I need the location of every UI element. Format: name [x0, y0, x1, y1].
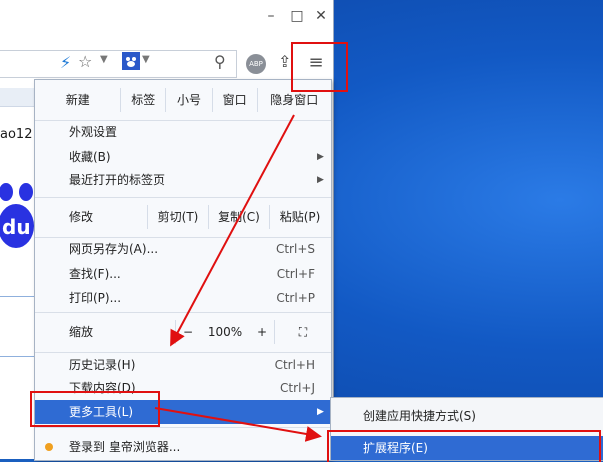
- submenu-arrow-icon: ▶: [317, 152, 324, 162]
- menu-item-recent-tabs[interactable]: 最近打开的标签页: [69, 169, 321, 191]
- fullscreen-button[interactable]: ⛶: [274, 320, 331, 344]
- search-icon[interactable]: ⚲: [214, 52, 226, 71]
- new-button[interactable]: 新建: [35, 88, 120, 112]
- annotation-box-extensions: [327, 430, 601, 462]
- share-icon[interactable]: ⇪: [278, 52, 291, 71]
- copy-button[interactable]: 复制(C): [208, 205, 269, 229]
- annotation-box-menu-button: [291, 42, 348, 92]
- annotation-box-more-tools: [30, 391, 160, 427]
- cut-button[interactable]: 剪切(T): [147, 205, 208, 229]
- edit-row: 修改 剪切(T) 复制(C) 粘贴(P): [35, 197, 331, 237]
- zoom-out-button[interactable]: −: [175, 320, 200, 344]
- minimize-button[interactable]: –: [262, 8, 280, 24]
- new-tab-button[interactable]: 标签: [120, 88, 165, 112]
- submenu-arrow-icon: ▶: [317, 175, 324, 185]
- maximize-button[interactable]: □: [288, 8, 306, 24]
- paste-button[interactable]: 粘贴(P): [269, 205, 330, 229]
- login-status-icon: [45, 443, 53, 451]
- shortcut-save: Ctrl+S: [275, 242, 315, 256]
- address-bar[interactable]: [0, 50, 237, 78]
- submenu-arrow-icon: ▶: [317, 407, 324, 417]
- zoom-in-button[interactable]: +: [250, 320, 274, 344]
- new-alt-account-button[interactable]: 小号: [165, 88, 212, 112]
- submenu-item-create-shortcut[interactable]: 创建应用快捷方式(S): [363, 404, 476, 428]
- zoom-row: 缩放 − 100% + ⛶: [35, 312, 331, 352]
- shortcut-history: Ctrl+H: [274, 358, 315, 372]
- shortcut-find: Ctrl+F: [276, 267, 315, 281]
- lightning-icon[interactable]: ⚡: [60, 53, 71, 72]
- new-window-row: 新建 标签 小号 窗口 隐身窗口: [35, 80, 331, 120]
- shortcut-downloads: Ctrl+J: [280, 381, 315, 395]
- chevron-down-icon[interactable]: ▼: [100, 54, 108, 65]
- menu-item-appearance[interactable]: 外观设置: [69, 121, 321, 143]
- page-partial-text: ao12: [0, 127, 33, 142]
- close-button[interactable]: ✕: [312, 8, 330, 24]
- shortcut-print: Ctrl+P: [276, 291, 315, 305]
- edit-label: 修改: [69, 210, 94, 224]
- menu-item-bookmarks[interactable]: 收藏(B): [69, 146, 321, 168]
- menu-item-login[interactable]: 登录到 皇帝浏览器...: [69, 436, 321, 458]
- engine-dropdown-icon[interactable]: ▼: [142, 54, 150, 65]
- baidu-search-engine-icon[interactable]: [122, 52, 140, 74]
- zoom-level: 100%: [207, 325, 243, 339]
- title-bar: – □ ✕: [0, 0, 333, 40]
- adblock-icon[interactable]: ABP: [246, 54, 266, 74]
- logo-text: du: [2, 215, 31, 239]
- menu-separator: [35, 352, 331, 353]
- menu-separator: [35, 427, 331, 428]
- zoom-label: 缩放: [69, 325, 94, 339]
- baidu-logo: du: [0, 178, 36, 258]
- star-icon[interactable]: ☆: [78, 52, 92, 71]
- new-window-button[interactable]: 窗口: [211, 88, 257, 112]
